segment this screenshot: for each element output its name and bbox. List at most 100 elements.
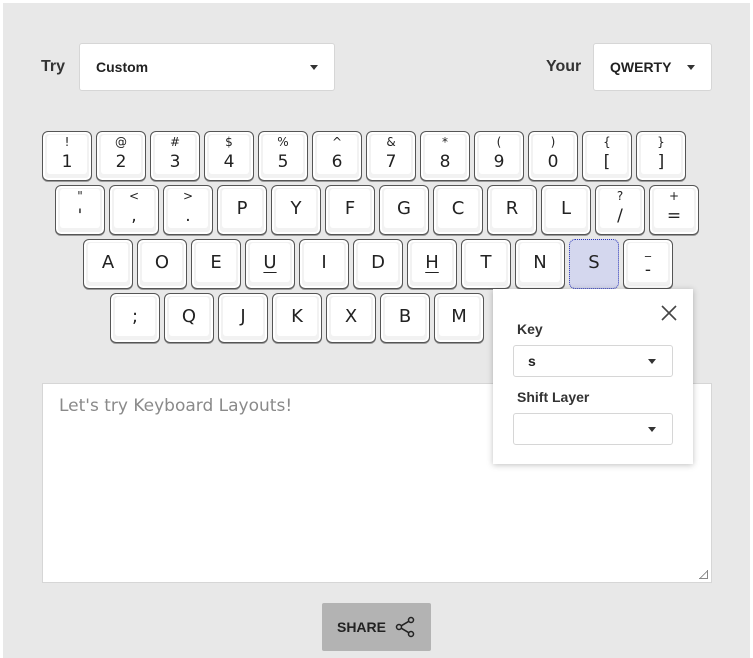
key-Y[interactable]: Y (271, 185, 321, 235)
key-main-text: 3 (169, 152, 181, 172)
key-shift-char: % (277, 135, 289, 149)
key-main-text: S (588, 252, 600, 273)
key-main-text: H (425, 252, 439, 273)
key-2[interactable]: @2 (96, 131, 146, 181)
key-main-char: ' (56, 206, 104, 226)
key-A[interactable]: A (83, 239, 133, 289)
key-main-char: H (408, 253, 456, 273)
key-main-text: G (397, 198, 411, 219)
key-shift-char: ^ (331, 135, 343, 149)
key-O[interactable]: O (137, 239, 187, 289)
key-T[interactable]: T (461, 239, 511, 289)
key-select-value: s (528, 353, 536, 369)
key-main-text: U (263, 252, 277, 273)
key-6[interactable]: ^ 6 (312, 131, 362, 181)
key-shift-char: + (668, 189, 680, 203)
key-main-char: ] (637, 152, 685, 172)
key-select[interactable]: s (513, 345, 673, 377)
key-D[interactable]: D (353, 239, 403, 289)
key-shift-char: @ (115, 135, 127, 149)
share-button[interactable]: SHARE (322, 603, 431, 651)
key-main-char: P (218, 199, 266, 219)
shift-layer-select[interactable] (513, 413, 673, 445)
key-1[interactable]: ! 1 (42, 131, 92, 181)
key-/[interactable]: ? / (595, 185, 645, 235)
key-3[interactable]: #3 (150, 131, 200, 181)
key-main-text: 5 (277, 152, 289, 172)
key-,[interactable]: <, (109, 185, 159, 235)
key-main-char: 7 (367, 152, 415, 172)
key-K[interactable]: K (272, 293, 322, 343)
key-7[interactable]: & 7 (366, 131, 416, 181)
close-icon[interactable] (659, 303, 679, 323)
key-=[interactable]: + = (649, 185, 699, 235)
key-main-text: ; (131, 306, 139, 327)
key-main-char: K (273, 307, 321, 327)
key-shift-char: _ (645, 243, 651, 257)
key-M[interactable]: M (434, 293, 484, 343)
share-button-label: SHARE (336, 619, 386, 635)
try-layout-value: Custom (96, 59, 149, 75)
key-][interactable]: }] (636, 131, 686, 181)
key-main-text: E (210, 252, 222, 273)
key-main-text: 0 (547, 152, 559, 172)
key-X[interactable]: X (326, 293, 376, 343)
key-shift-char: } (657, 135, 665, 149)
key-4[interactable]: $4 (204, 131, 254, 181)
key-main-text: 2 (115, 152, 127, 172)
key-F[interactable]: F (325, 185, 375, 235)
key-main-char: D (354, 253, 402, 273)
resize-handle[interactable] (699, 570, 708, 579)
key-main-text: A (101, 252, 115, 273)
key-9[interactable]: (9 (474, 131, 524, 181)
key-E[interactable]: E (191, 239, 241, 289)
key-main-text: P (236, 198, 248, 219)
key-main-char: F (326, 199, 374, 219)
key-G[interactable]: G (379, 185, 429, 235)
key-main-char: . (164, 206, 212, 226)
key-main-text: 7 (385, 152, 397, 172)
key-0[interactable]: ) 0 (528, 131, 578, 181)
key-L[interactable]: L (541, 185, 591, 235)
key-.[interactable]: >. (163, 185, 213, 235)
key-S[interactable]: S (569, 239, 619, 289)
key-main-text: [ (603, 152, 611, 172)
key-main-text: M (451, 306, 467, 327)
key-main-char: 0 (529, 152, 577, 172)
key-main-text: , (131, 206, 137, 226)
key-'[interactable]: " ' (55, 185, 105, 235)
key-;[interactable]: ; (110, 293, 160, 343)
key-shift-char: ) (550, 135, 556, 149)
key-J[interactable]: J (218, 293, 268, 343)
key-shift-char: { (603, 135, 611, 149)
key-shift-char: > (182, 189, 194, 203)
key-H[interactable]: H (407, 239, 457, 289)
key-main-text: L (560, 198, 572, 219)
key-I[interactable]: I (299, 239, 349, 289)
share-icon (395, 616, 415, 638)
key-8[interactable]: * 8 (420, 131, 470, 181)
key-[[interactable]: {[ (582, 131, 632, 181)
your-layout-select[interactable]: QWERTY (593, 43, 712, 91)
key-C[interactable]: C (433, 185, 483, 235)
key-main-text: / (617, 206, 623, 226)
key-main-text: K (291, 306, 303, 327)
key-Q[interactable]: Q (164, 293, 214, 343)
key-5[interactable]: % 5 (258, 131, 308, 181)
key-main-text: 8 (439, 152, 451, 172)
try-layout-select[interactable]: Custom (79, 43, 335, 91)
key-R[interactable]: R (487, 185, 537, 235)
key-U[interactable]: U (245, 239, 295, 289)
key-main-char: 4 (205, 152, 253, 172)
key--[interactable]: _ - (623, 239, 673, 289)
key-P[interactable]: P (217, 185, 267, 235)
key-main-text: X (344, 306, 358, 327)
key-main-char: Y (272, 199, 320, 219)
key-N[interactable]: N (515, 239, 565, 289)
key-main-text: . (185, 206, 191, 226)
key-B[interactable]: B (380, 293, 430, 343)
chevron-down-icon (648, 426, 656, 432)
key-main-char: X (327, 307, 375, 327)
key-main-text: O (154, 252, 170, 273)
key-main-text: 1 (61, 152, 73, 172)
